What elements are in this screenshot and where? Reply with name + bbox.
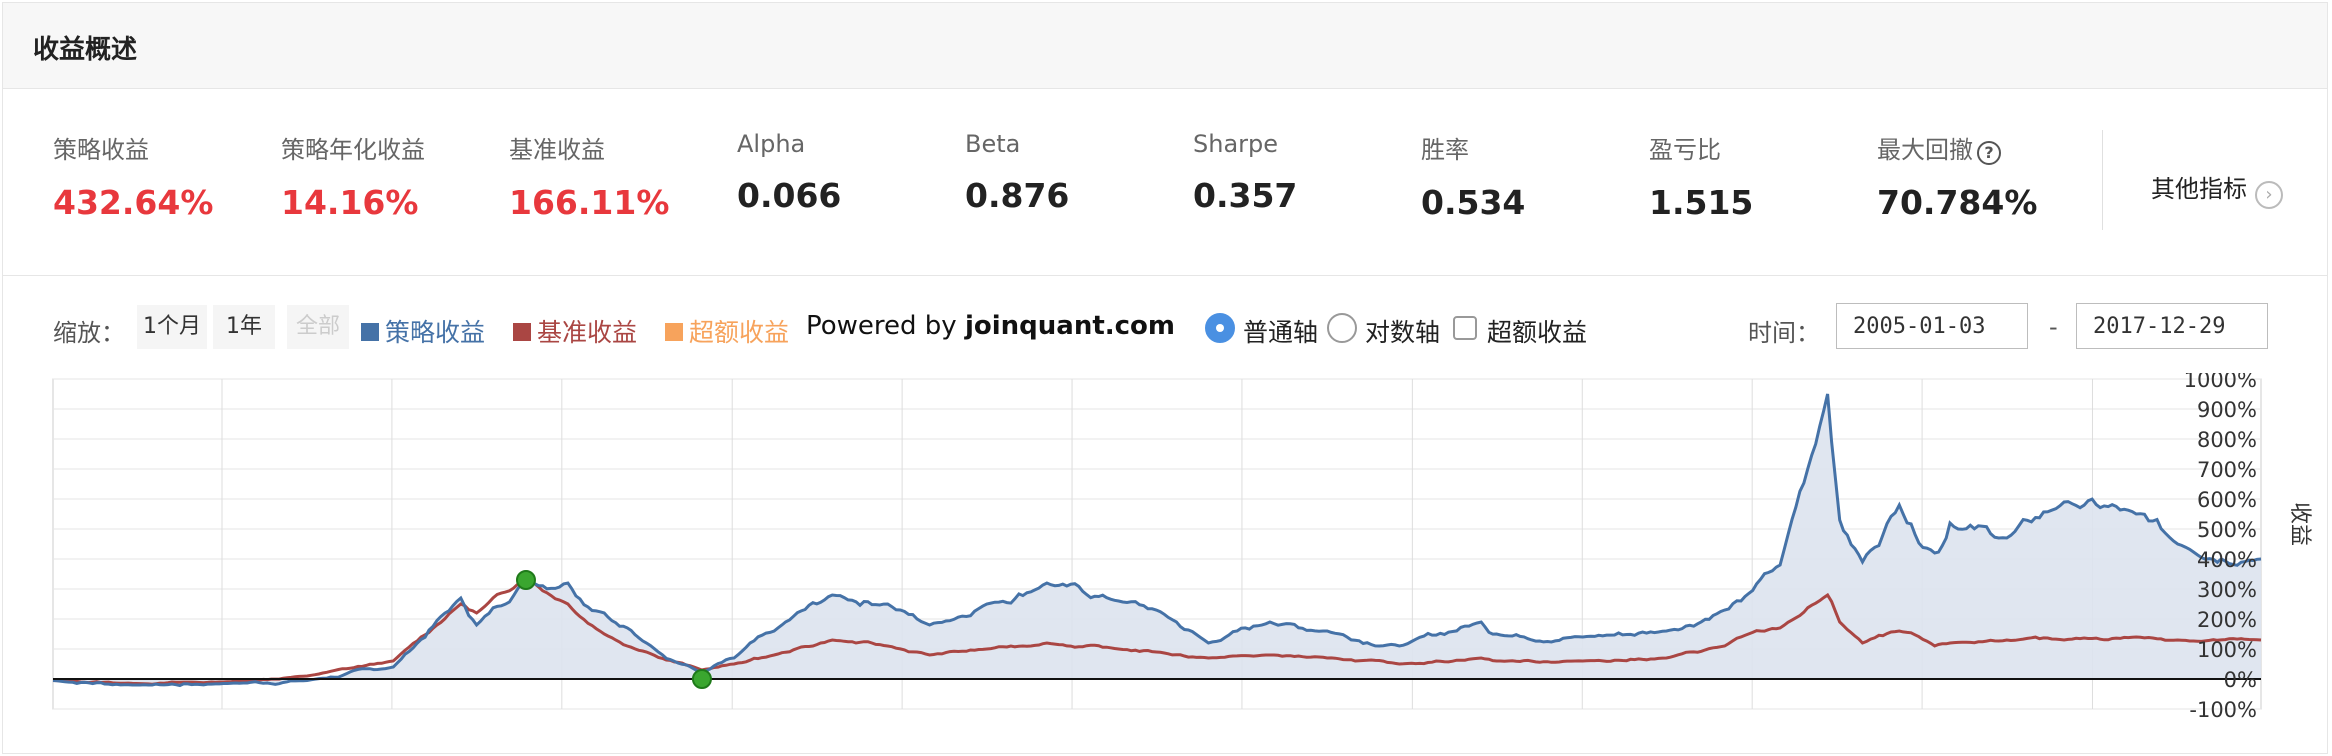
stat-value: 14.16%	[281, 183, 419, 222]
end-date-input[interactable]	[2076, 303, 2268, 349]
y-tick-label: 800%	[2197, 428, 2257, 452]
stat-beta: Beta 0.876	[965, 130, 1069, 215]
legend-benchmark[interactable]: 基准收益	[513, 313, 637, 349]
time-label: 时间：	[1748, 319, 1820, 347]
stats-row: 策略收益 432.64% 策略年化收益 14.16% 基准收益 166.11% …	[3, 90, 2327, 276]
y-tick-label: 600%	[2197, 488, 2257, 512]
y-tick-label: 900%	[2197, 398, 2257, 422]
legend-strategy[interactable]: 策略收益	[361, 313, 485, 349]
stat-value: 166.11%	[509, 183, 670, 222]
legend-swatch	[665, 323, 683, 341]
zoom-1-year-button[interactable]: 1年	[213, 305, 275, 349]
y-tick-label: 400%	[2197, 548, 2257, 572]
stat-value: 70.784%	[1877, 183, 2038, 222]
returns-overview-panel: 收益概述 策略收益 432.64% 策略年化收益 14.16% 基准收益 166…	[2, 2, 2328, 754]
zoom-label: 缩放：	[53, 319, 125, 347]
stat-max-drawdown: 最大回撤? 70.784%	[1877, 130, 2037, 222]
stat-label: Sharpe	[1193, 130, 1279, 158]
legend-excess[interactable]: 超额收益	[665, 313, 789, 349]
stat-value: 0.534	[1421, 183, 1526, 222]
legend-swatch	[513, 323, 531, 341]
panel-header: 收益概述	[3, 3, 2327, 89]
y-axis-label: 收益	[2287, 502, 2312, 546]
stat-value: 0.066	[737, 176, 842, 215]
stat-label: 基准收益	[509, 136, 605, 164]
y-tick-label: -100%	[2189, 698, 2257, 722]
stat-label: Alpha	[737, 130, 806, 158]
drawdown-marker	[691, 669, 712, 689]
legend-label: 策略收益	[385, 318, 486, 347]
normal-axis-radio[interactable]	[1205, 313, 1235, 343]
y-tick-label: 100%	[2197, 638, 2257, 662]
chevron-right-icon: ›	[2255, 181, 2283, 209]
date-range-dash: -	[2049, 313, 2058, 341]
legend-swatch	[361, 323, 379, 341]
excess-return-checkbox-label[interactable]: 超额收益	[1487, 313, 1587, 349]
stat-win-rate: 胜率 0.534	[1421, 130, 1525, 222]
stat-label-row: 最大回撤?	[1877, 130, 2037, 165]
y-tick-label: 1000%	[2184, 373, 2257, 392]
other-metrics-label: 其他指标	[2151, 175, 2247, 203]
stat-label: Beta	[965, 130, 1021, 158]
zoom-all-button[interactable]: 全部	[287, 305, 349, 349]
zoom-1-month-button[interactable]: 1个月	[137, 305, 207, 349]
stat-profit-loss-ratio: 盈亏比 1.515	[1649, 130, 1753, 222]
powered-by-credit: Powered by joinquant.com	[806, 311, 1175, 341]
drawdown-marker	[515, 570, 536, 590]
log-axis-label[interactable]: 对数轴	[1365, 313, 1440, 349]
stat-strategy-return: 策略收益 432.64%	[53, 130, 213, 222]
stat-annualized-return: 策略年化收益 14.16%	[281, 130, 425, 222]
normal-axis-label[interactable]: 普通轴	[1243, 313, 1318, 349]
stat-label: 最大回撤	[1877, 136, 1973, 164]
stat-sharpe: Sharpe 0.357	[1193, 130, 1297, 215]
start-date-input[interactable]	[1836, 303, 2028, 349]
legend-label: 基准收益	[537, 318, 638, 347]
powered-site: joinquant.com	[964, 311, 1176, 341]
y-tick-label: 300%	[2197, 578, 2257, 602]
stat-label: 胜率	[1421, 136, 1469, 164]
y-tick-label: 500%	[2197, 518, 2257, 542]
powered-prefix: Powered by	[806, 311, 957, 341]
stat-label: 盈亏比	[1649, 136, 1721, 164]
returns-chart: 1000% 900% 800% 700% 600% 500% 400% 300% 200% 100…	[52, 373, 2312, 722]
stats-divider	[2102, 130, 2103, 230]
panel-title: 收益概述	[33, 35, 138, 65]
log-axis-radio[interactable]	[1327, 313, 1357, 343]
stat-value: 0.357	[1193, 176, 1298, 215]
stat-value: 432.64%	[53, 183, 214, 222]
y-tick-label: 0%	[2224, 668, 2257, 692]
stat-value: 1.515	[1649, 183, 1754, 222]
excess-return-checkbox[interactable]	[1453, 316, 1477, 340]
y-tick-label: 200%	[2197, 608, 2257, 632]
stat-label: 策略收益	[53, 136, 149, 164]
help-icon[interactable]: ?	[1977, 141, 2001, 165]
stat-alpha: Alpha 0.066	[737, 130, 841, 215]
legend-label: 超额收益	[689, 318, 790, 347]
chart-toolbar: 缩放： 1个月 1年 全部 策略收益 基准收益 超额收益 Powered by …	[3, 303, 2327, 353]
other-metrics-link[interactable]: 其他指标 ›	[2151, 169, 2283, 209]
stat-label: 策略年化收益	[281, 136, 425, 164]
y-tick-label: 700%	[2197, 458, 2257, 482]
stat-value: 0.876	[965, 176, 1070, 215]
stat-benchmark-return: 基准收益 166.11%	[509, 130, 669, 222]
